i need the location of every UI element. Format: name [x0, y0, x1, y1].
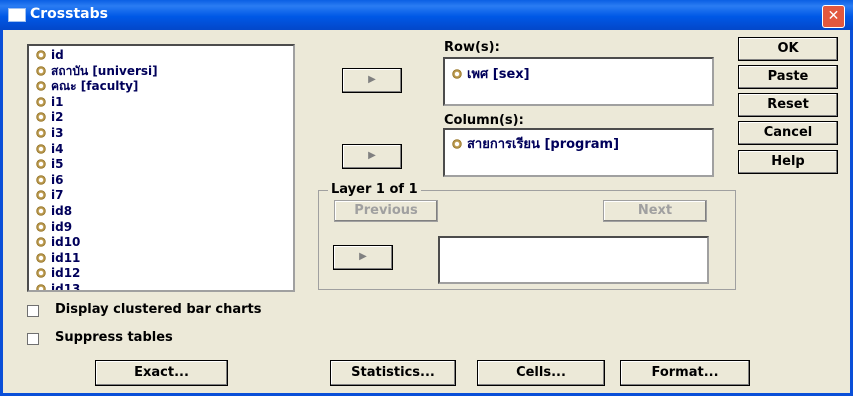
clustered-bar-label: Display clustered bar charts: [55, 302, 262, 317]
variable-name: id11: [51, 250, 81, 265]
rows-item[interactable]: เพศ [sex]: [451, 63, 530, 84]
suppress-tables-label: Suppress tables: [55, 330, 173, 345]
variable-icon: [35, 237, 47, 248]
cancel-button[interactable]: Cancel: [738, 121, 838, 145]
variable-icon: [451, 139, 463, 149]
variable-icon: [35, 268, 47, 279]
rows-list[interactable]: เพศ [sex]: [443, 57, 714, 106]
variable-name: i3: [51, 125, 64, 140]
variable-name: i1: [51, 94, 64, 109]
rows-label: Row(s):: [444, 40, 500, 55]
variable-name: สถาบัน [universi]: [51, 63, 158, 78]
list-item[interactable]: คณะ [faculty]: [35, 79, 158, 95]
window-title: Crosstabs: [30, 6, 108, 22]
variable-icon: [35, 143, 47, 154]
exact-button[interactable]: Exact...: [95, 360, 228, 386]
variable-name: id9: [51, 219, 73, 234]
window-frame-left: [0, 30, 3, 396]
variable-icon: [35, 96, 47, 107]
list-item[interactable]: i4: [35, 142, 158, 158]
layer-list[interactable]: [438, 236, 709, 284]
columns-item[interactable]: สายการเรียน [program]: [451, 133, 619, 154]
variable-icon: [35, 205, 47, 216]
variable-name: i7: [51, 188, 64, 203]
list-item[interactable]: id9: [35, 220, 158, 236]
list-item[interactable]: id12: [35, 266, 158, 282]
variable-icon: [35, 112, 47, 123]
variable-name: i2: [51, 110, 64, 125]
close-button[interactable]: ✕: [822, 5, 845, 28]
clustered-bar-checkbox[interactable]: [27, 305, 39, 317]
list-item[interactable]: id11: [35, 251, 158, 267]
variable-name: i6: [51, 172, 64, 187]
format-button[interactable]: Format...: [620, 360, 750, 386]
variable-icon: [35, 252, 47, 263]
variable-name: id12: [51, 266, 81, 281]
variable-icon: [35, 127, 47, 138]
variable-name: i5: [51, 157, 64, 172]
variable-list[interactable]: id สถาบัน [universi] คณะ [faculty] i1 i2 i3 i4…: [27, 44, 295, 292]
move-to-columns-button[interactable]: ▶: [342, 144, 402, 169]
variable-name: id13: [51, 281, 81, 292]
paste-button[interactable]: Paste: [738, 65, 838, 89]
window-icon: [8, 8, 26, 22]
variable-name: คณะ [faculty]: [51, 79, 139, 94]
list-item[interactable]: สถาบัน [universi]: [35, 64, 158, 80]
help-button[interactable]: Help: [738, 150, 838, 174]
layer-label: Layer 1 of 1: [328, 182, 421, 197]
cells-button[interactable]: Cells...: [477, 360, 605, 386]
previous-layer-button[interactable]: Previous: [334, 200, 438, 222]
list-item[interactable]: i1: [35, 95, 158, 111]
variable-icon: [35, 159, 47, 170]
next-layer-button[interactable]: Next: [603, 200, 707, 222]
list-item[interactable]: id10: [35, 235, 158, 251]
variable-name: id10: [51, 235, 81, 250]
variable-icon: [35, 174, 47, 185]
list-item[interactable]: i6: [35, 173, 158, 189]
list-item[interactable]: i5: [35, 157, 158, 173]
list-item[interactable]: i3: [35, 126, 158, 142]
suppress-tables-checkbox[interactable]: [27, 333, 39, 345]
variable-name: id8: [51, 203, 73, 218]
variable-icon: [35, 65, 47, 76]
statistics-button[interactable]: Statistics...: [330, 360, 456, 386]
variable-icon: [35, 221, 47, 232]
variable-items: id สถาบัน [universi] คณะ [faculty] i1 i2 i3 i4…: [35, 48, 158, 292]
variable-icon: [35, 81, 47, 92]
title-bar: Crosstabs ✕: [0, 0, 853, 30]
variable-icon: [35, 283, 47, 290]
columns-label: Column(s):: [444, 113, 524, 128]
variable-name: id: [51, 48, 64, 62]
list-item[interactable]: i7: [35, 188, 158, 204]
list-item[interactable]: id8: [35, 204, 158, 220]
ok-button[interactable]: OK: [738, 37, 838, 61]
move-to-rows-button[interactable]: ▶: [342, 68, 402, 93]
variable-icon: [35, 190, 47, 201]
list-item[interactable]: id: [35, 48, 158, 64]
list-item[interactable]: i2: [35, 110, 158, 126]
list-item[interactable]: id13: [35, 281, 158, 292]
reset-button[interactable]: Reset: [738, 93, 838, 117]
variable-icon: [35, 50, 47, 60]
columns-list[interactable]: สายการเรียน [program]: [443, 128, 714, 177]
variable-name: i4: [51, 141, 64, 156]
variable-icon: [451, 69, 463, 79]
